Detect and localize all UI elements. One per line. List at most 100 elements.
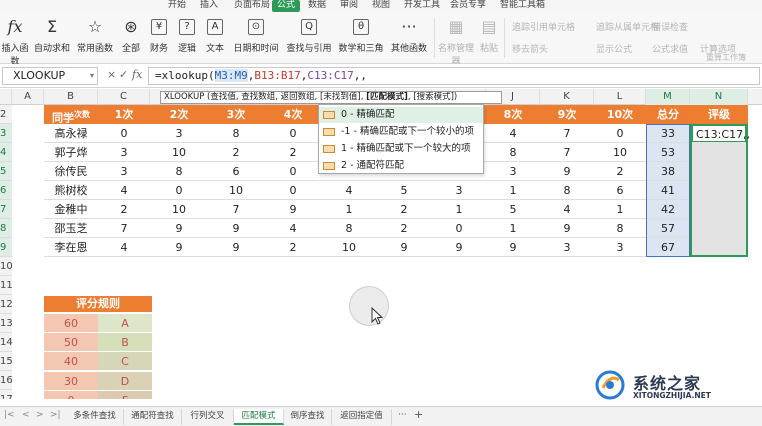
score-cell[interactable]: 0	[594, 124, 646, 143]
match-mode-option-wildcard[interactable]: 2 - 通配符匹配	[319, 158, 483, 174]
score-cell[interactable]: 4	[264, 219, 322, 238]
row-header-11[interactable]: 11	[0, 276, 13, 295]
logical-button[interactable]: ? 逻辑	[174, 16, 200, 60]
score-cell[interactable]: 8	[150, 162, 208, 181]
autosum-button[interactable]: Σ 自动求和	[32, 16, 72, 60]
column-header-b[interactable]: B	[44, 89, 98, 105]
score-cell[interactable]: 3	[98, 162, 150, 181]
table-header-cell[interactable]: 3次	[208, 105, 264, 124]
score-cell[interactable]: 0	[264, 162, 322, 181]
table-header-cell[interactable]: 9次	[540, 105, 594, 124]
score-cell[interactable]: 3	[432, 181, 486, 200]
score-cell[interactable]: 4	[98, 238, 150, 257]
score-cell[interactable]: 9	[208, 238, 264, 257]
row-header-4[interactable]: 4	[0, 143, 12, 162]
sheet-tab[interactable]: 多条件查找	[66, 409, 124, 425]
score-cell[interactable]: 9	[540, 162, 594, 181]
score-cell[interactable]: 0	[432, 219, 486, 238]
confirm-icon[interactable]: ✓	[119, 68, 128, 81]
recalc-button[interactable]: 重算工作簿	[706, 52, 746, 63]
score-cell[interactable]: 8	[540, 181, 594, 200]
score-cell[interactable]: 7	[208, 200, 264, 219]
score-cell[interactable]: 10	[150, 200, 208, 219]
row-header-13[interactable]: 13	[0, 314, 13, 333]
match-mode-option-next-larger[interactable]: 1 - 精确匹配或下一个较大的项	[319, 141, 483, 157]
formula-input[interactable]: =xlookup(M3:M9,B13:B17,C13:C17,,	[148, 67, 760, 85]
grade-cell[interactable]	[690, 219, 748, 238]
score-cell[interactable]: 9	[150, 219, 208, 238]
text-button[interactable]: A 文本	[202, 16, 228, 60]
score-cell[interactable]: 9	[486, 238, 540, 257]
score-cell[interactable]: 8	[594, 219, 646, 238]
grade-cell[interactable]	[690, 162, 748, 181]
grade-cell[interactable]	[690, 143, 748, 162]
row-header-12[interactable]: 12	[0, 295, 13, 314]
table-header-cell[interactable]: 总分	[646, 105, 690, 124]
score-cell[interactable]: 4	[322, 181, 376, 200]
row-header-8[interactable]: 8	[0, 219, 12, 238]
rule-threshold-cell[interactable]: 40	[44, 352, 98, 372]
student-name-cell[interactable]: 熊树校	[44, 181, 98, 200]
total-score-cell[interactable]: 57	[646, 219, 690, 238]
row-header-14[interactable]: 14	[0, 333, 13, 352]
last-sheet-icon[interactable]: >|	[50, 410, 61, 420]
student-name-cell[interactable]: 徐传民	[44, 162, 98, 181]
score-cell[interactable]: 6	[594, 181, 646, 200]
score-cell[interactable]: 2	[98, 200, 150, 219]
active-cell-editor[interactable]: C13:C17,,	[692, 125, 750, 142]
score-cell[interactable]: 7	[98, 219, 150, 238]
score-cell[interactable]: 2	[376, 200, 432, 219]
score-cell[interactable]: 7	[540, 124, 594, 143]
score-cell[interactable]: 3	[150, 124, 208, 143]
score-cell[interactable]: 2	[264, 143, 322, 162]
table-header-cell[interactable]: 4次	[264, 105, 322, 124]
sheet-tab[interactable]: 通配符查找	[124, 409, 182, 425]
tab-home[interactable]: 开始	[168, 0, 186, 12]
score-cell[interactable]: 2	[264, 238, 322, 257]
score-cell[interactable]: 0	[264, 181, 322, 200]
total-score-cell[interactable]: 42	[646, 200, 690, 219]
rule-grade-cell[interactable]: C	[98, 352, 152, 372]
score-cell[interactable]: 5	[486, 200, 540, 219]
chevron-down-icon[interactable]: ▾	[90, 68, 94, 84]
column-header-a[interactable]: A	[12, 89, 44, 105]
score-cell[interactable]: 2	[376, 219, 432, 238]
table-header-cell[interactable]: 8次	[486, 105, 540, 124]
score-cell[interactable]: 10	[150, 143, 208, 162]
rule-threshold-cell[interactable]: 60	[44, 314, 98, 333]
date-time-button[interactable]: ⊙ 日期和时间	[232, 16, 280, 60]
score-cell[interactable]: 8	[322, 219, 376, 238]
remove-arrows-button[interactable]: 移去箭头	[512, 42, 548, 55]
student-name-cell[interactable]: 郭子烨	[44, 143, 98, 162]
column-header-k[interactable]: K	[540, 89, 594, 105]
next-sheet-icon[interactable]: >	[36, 410, 44, 420]
table-header-cell[interactable]: 评级	[690, 105, 748, 124]
score-cell[interactable]: 9	[376, 238, 432, 257]
score-cell[interactable]: 4	[540, 200, 594, 219]
score-cell[interactable]: 9	[264, 200, 322, 219]
more-sheets-icon[interactable]: ···	[398, 410, 407, 420]
score-cell[interactable]: 8	[486, 143, 540, 162]
math-trig-button[interactable]: θ 数学和三角	[336, 16, 386, 60]
sheet-tab-active[interactable]: 匹配模式	[234, 409, 284, 425]
match-mode-option-next-smaller[interactable]: -1 - 精确匹配或下一个较小的项	[319, 124, 483, 140]
select-all-corner[interactable]	[0, 89, 12, 105]
tab-developer[interactable]: 开发工具	[404, 0, 440, 12]
score-cell[interactable]: 0	[98, 124, 150, 143]
rule-grade-cell[interactable]: B	[98, 333, 152, 353]
all-functions-button[interactable]: ⊛ 全部	[118, 16, 144, 60]
rule-threshold-cell[interactable]: 0	[44, 390, 98, 399]
row-header-5[interactable]: 5	[0, 162, 12, 181]
score-cell[interactable]: 9	[540, 219, 594, 238]
table-header-cell[interactable]: 2次	[150, 105, 208, 124]
total-score-cell[interactable]: 38	[646, 162, 690, 181]
score-cell[interactable]: 0	[264, 124, 322, 143]
score-cell[interactable]: 7	[540, 143, 594, 162]
fx-icon[interactable]: fx	[132, 68, 142, 81]
row-header-10[interactable]: 10	[0, 257, 13, 276]
tab-page-layout[interactable]: 页面布局	[234, 0, 270, 12]
column-header-m[interactable]: M	[646, 89, 690, 105]
grade-cell[interactable]	[690, 181, 748, 200]
tab-insert[interactable]: 插入	[200, 0, 218, 12]
table-header-corner[interactable]: 同学次数	[44, 105, 98, 124]
